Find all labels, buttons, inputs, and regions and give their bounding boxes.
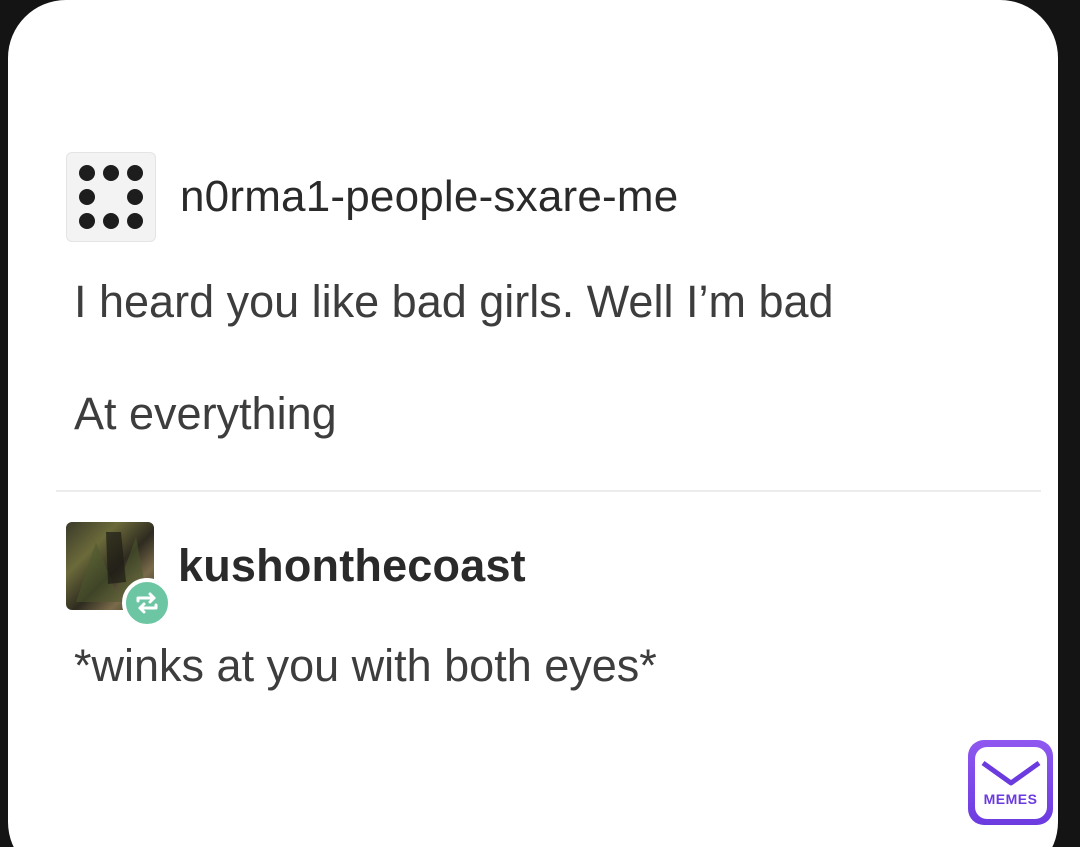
screen-frame: n0rma1-people-sxare-me I heard you like … [0, 0, 1080, 847]
reblog-author-row[interactable]: kushonthecoast [66, 522, 526, 628]
reblog-text: *winks at you with both eyes* [74, 640, 657, 691]
photo-avatar-icon[interactable] [66, 522, 172, 628]
reblog-author-name[interactable]: kushonthecoast [178, 540, 526, 592]
memes-logo-label: MEMES [983, 790, 1038, 807]
memes-logo-inner: MEMES [974, 746, 1047, 819]
original-author-row[interactable]: n0rma1-people-sxare-me [66, 152, 678, 242]
tumblr-post: n0rma1-people-sxare-me I heard you like … [8, 0, 1058, 847]
post-card: n0rma1-people-sxare-me I heard you like … [8, 0, 1058, 847]
original-author-name[interactable]: n0rma1-people-sxare-me [180, 172, 678, 222]
reblog-icon [122, 578, 172, 628]
reblog-divider [56, 490, 1041, 492]
dot-grid-avatar-icon[interactable] [66, 152, 156, 242]
post-text-line-2: At everything [74, 388, 337, 439]
post-text-line-1: I heard you like bad girls. Well I’m bad [74, 276, 834, 327]
memes-envelope-logo: MEMES [968, 740, 1053, 825]
